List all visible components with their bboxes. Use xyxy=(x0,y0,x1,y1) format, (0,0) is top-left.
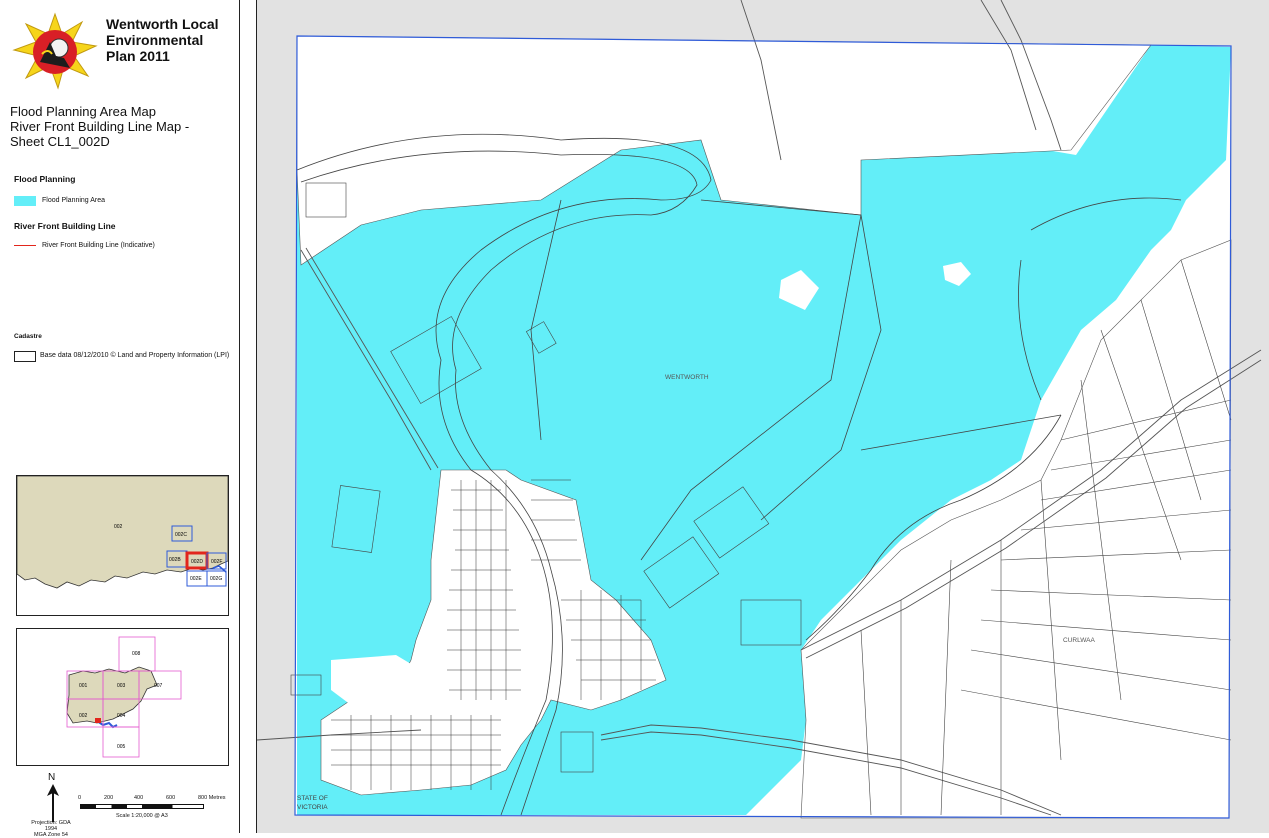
map-title: Flood Planning Area Map River Front Buil… xyxy=(10,104,235,149)
key-sheet-label: 005 xyxy=(117,744,126,750)
river-front-label: River Front Building Line (Indicative) xyxy=(42,242,155,249)
scale-bar: 0 200 400 600 800 Metres Scale 1:20,000 … xyxy=(78,795,228,825)
wentworth-label: WENTWORTH xyxy=(665,374,709,381)
north-label: N xyxy=(48,772,55,783)
flood-planning-heading: Flood Planning xyxy=(14,174,76,184)
scale-tick: 400 xyxy=(134,795,144,801)
cadastre-swatch xyxy=(14,351,36,362)
inset-sheet-label: 002D xyxy=(191,559,203,565)
inset-sheet-label: 002C xyxy=(175,532,187,538)
inset-sheet-label: 002F xyxy=(211,559,222,565)
cadastre-heading: Cadastre xyxy=(14,333,42,340)
north-arrow-icon: N xyxy=(47,772,59,822)
inset-sheet-label: 002E xyxy=(190,576,202,582)
key-sheet-label: 008 xyxy=(132,651,141,657)
scale-tick: 0 xyxy=(78,795,82,801)
wentworth-logo-icon xyxy=(12,12,98,90)
curlwaa-label: CURLWAA xyxy=(1063,637,1095,644)
inset-sheet-label: 002G xyxy=(210,576,222,582)
cadastre-label: Base data 08/12/2010 © Land and Property… xyxy=(40,352,230,359)
key-sheet-label: 004 xyxy=(117,713,126,719)
legend-panel: Wentworth Local Environmental Plan 2011 … xyxy=(0,0,240,838)
scale-tick: 800 Metres xyxy=(198,795,226,801)
inset-sheet-label: 002 xyxy=(114,524,123,530)
key-sheet-label: 002 xyxy=(79,713,88,719)
legend-title: Wentworth Local Environmental Plan 2011 xyxy=(106,16,219,64)
flood-area-swatch xyxy=(14,196,36,206)
scale-tick: 200 xyxy=(104,795,114,801)
map-canvas[interactable]: WENTWORTH CURLWAA STATE OF VICTORIA xyxy=(257,0,1269,833)
key-sheet-label: 003 xyxy=(117,683,126,689)
flood-area-label: Flood Planning Area xyxy=(42,197,106,204)
map-title-line: Flood Planning Area Map xyxy=(10,104,156,119)
locality-inset-map: 002 002C 002B 002D 002F 002E 002G xyxy=(16,475,229,616)
scale-text: Scale 1:20,000 @ A3 xyxy=(116,813,168,819)
map-title-line: River Front Building Line Map - xyxy=(10,119,190,134)
key-sheet-label: 001 xyxy=(79,683,88,689)
state-label-line2: VICTORIA xyxy=(297,804,328,811)
key-map-inset: 008 001 003 007 002 004 005 xyxy=(16,628,229,766)
projection-text: Projection: GDA 1994 MGA Zone 54 xyxy=(26,820,76,838)
state-label-line1: STATE OF xyxy=(297,795,328,802)
map-title-line: Sheet CL1_002D xyxy=(10,134,110,149)
projection-line: Projection: GDA 1994 xyxy=(31,820,71,832)
scale-bar-graphic xyxy=(80,804,204,809)
inset-sheet-label: 002B xyxy=(169,557,181,563)
locality-inset-drawing: 002 002C 002B 002D 002F 002E 002G xyxy=(17,476,228,589)
key-map-drawing: 008 001 003 007 002 004 005 xyxy=(66,636,182,758)
river-front-heading: River Front Building Line xyxy=(14,221,116,231)
scale-tick: 600 xyxy=(166,795,176,801)
map-frame[interactable]: WENTWORTH CURLWAA STATE OF VICTORIA xyxy=(256,0,1269,833)
key-sheet-label: 007 xyxy=(154,683,163,689)
river-front-line-swatch xyxy=(14,245,36,246)
